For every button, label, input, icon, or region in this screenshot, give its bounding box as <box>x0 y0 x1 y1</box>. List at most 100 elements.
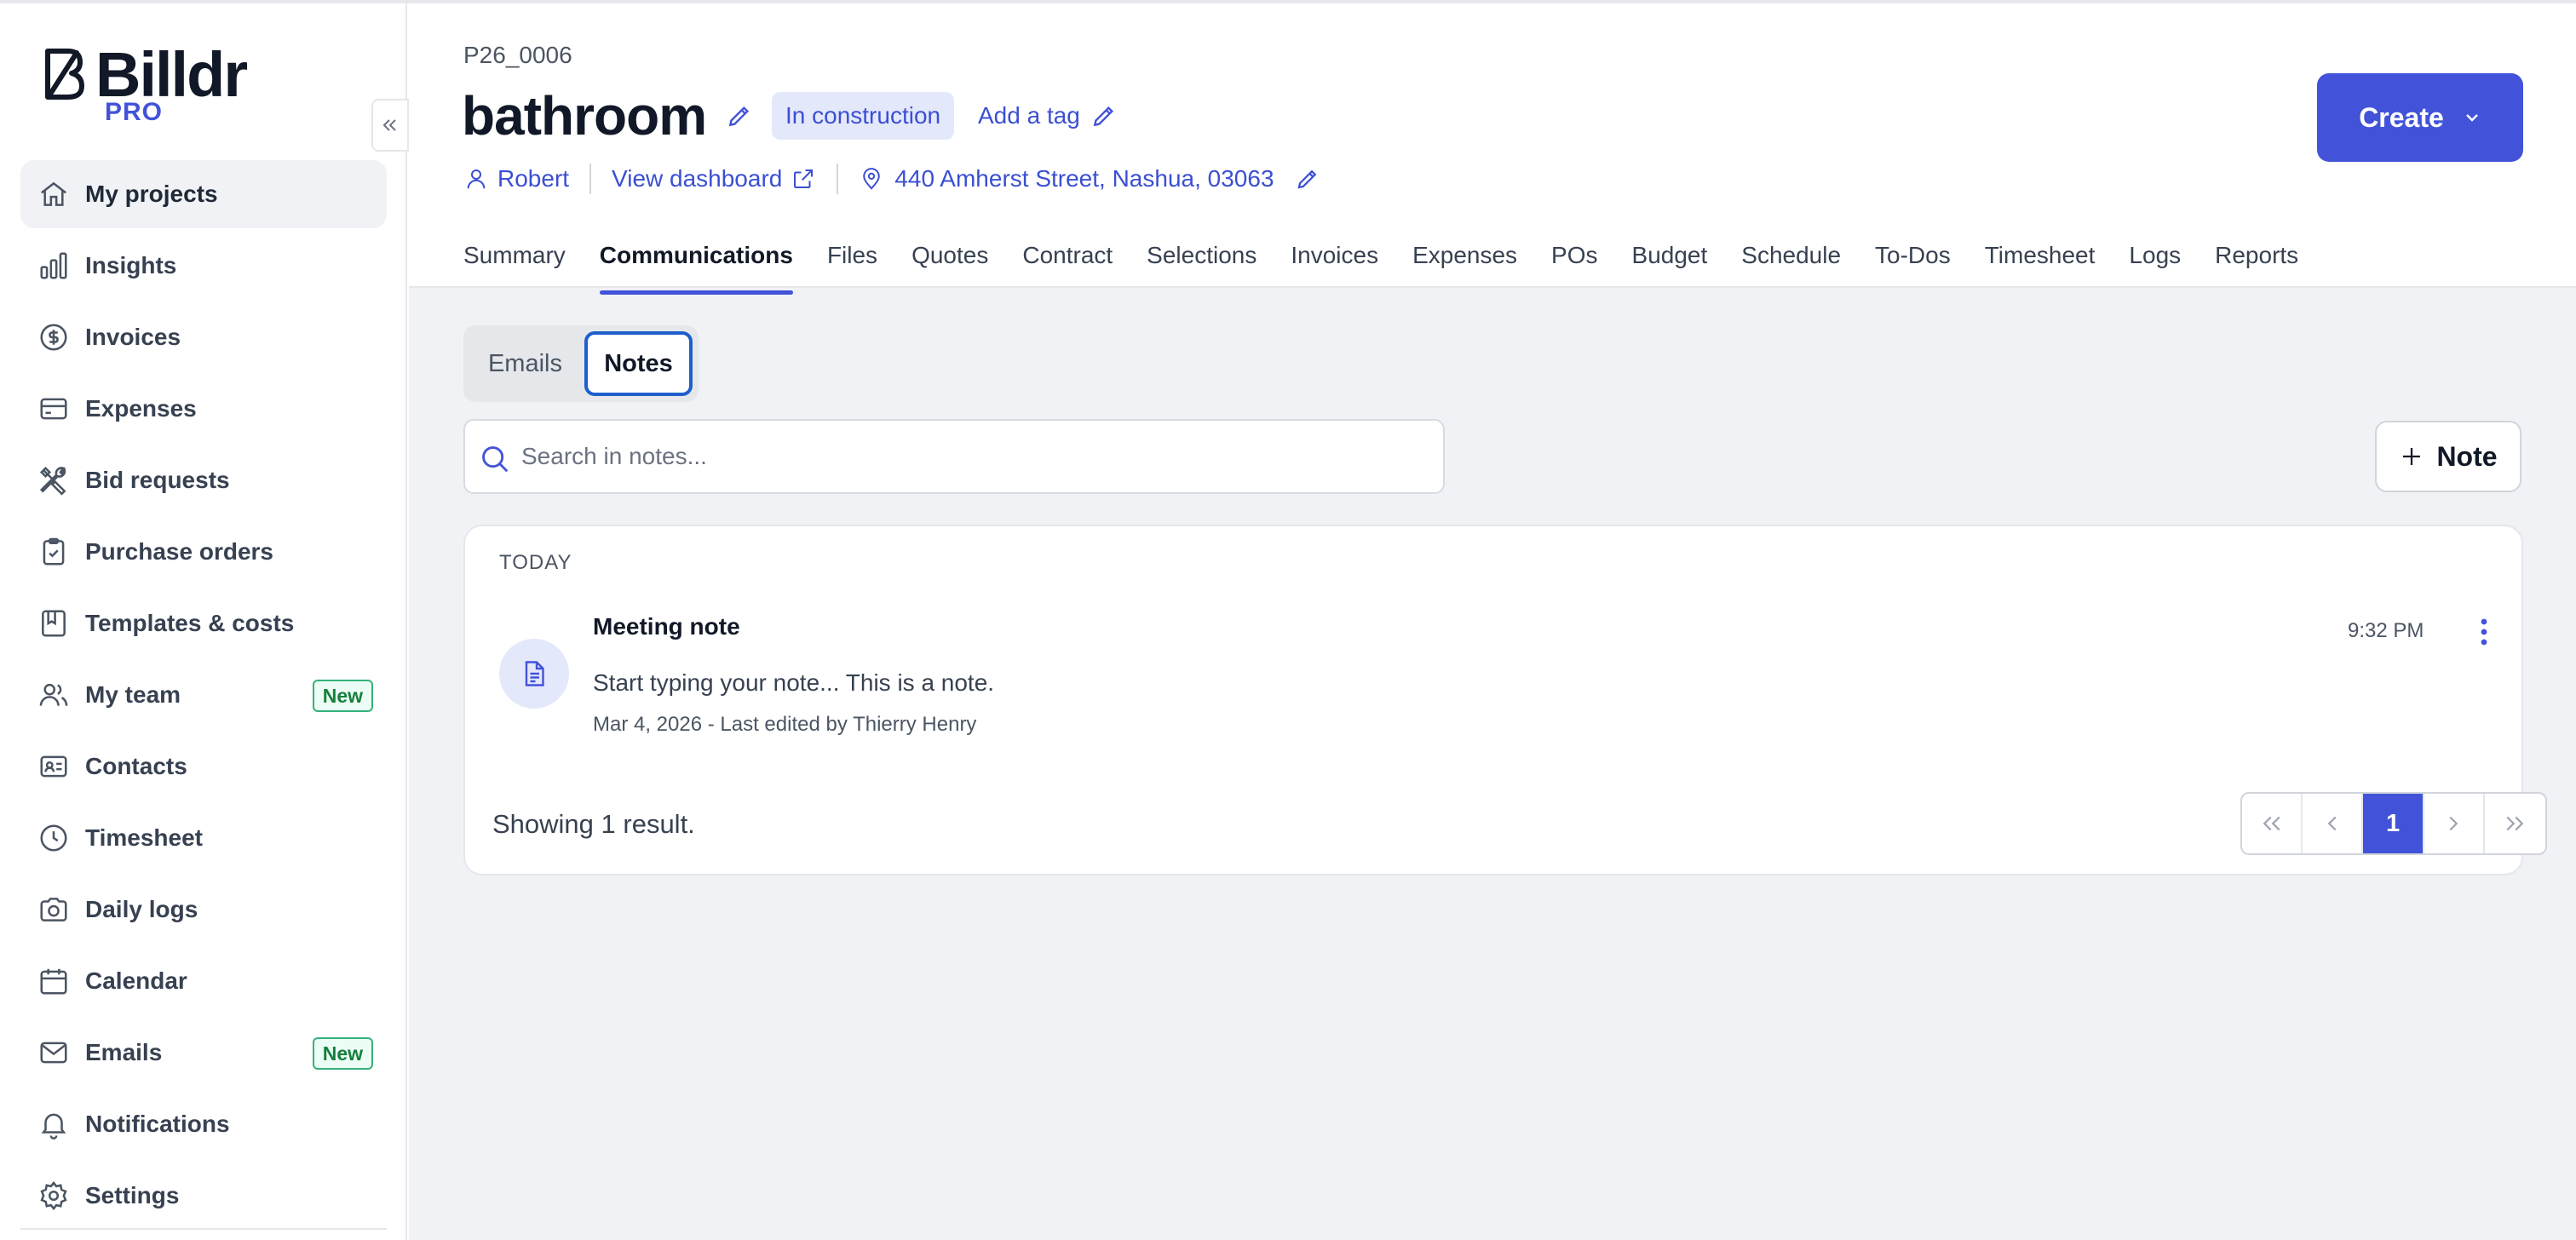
communications-segmented-control: Emails Notes <box>463 325 699 402</box>
sidebar-item-templates-costs[interactable]: Templates & costs <box>20 589 387 657</box>
segment-notes[interactable]: Notes <box>584 331 693 396</box>
project-owner-link[interactable]: Robert <box>463 164 569 194</box>
project-meta-row: Robert View dashboard 440 Amherst Street… <box>463 160 1320 198</box>
sidebar-item-notifications[interactable]: Notifications <box>20 1090 387 1158</box>
tab-budget[interactable]: Budget <box>1632 233 1708 288</box>
sidebar-item-label: Purchase orders <box>85 538 273 565</box>
sidebar-item-expenses[interactable]: Expenses <box>20 375 387 443</box>
clipboard-check-icon <box>37 536 70 568</box>
billdr-logo-mark-icon <box>45 49 84 100</box>
results-count: Showing 1 result. <box>492 809 695 839</box>
new-badge: New <box>312 680 373 712</box>
sidebar-item-label: Expenses <box>85 395 197 422</box>
sidebar-item-emails[interactable]: Emails New <box>20 1019 387 1087</box>
status-badge[interactable]: In construction <box>772 92 955 140</box>
sidebar-item-label: Settings <box>85 1182 180 1208</box>
previous-page-button[interactable] <box>2303 794 2364 853</box>
bell-icon <box>37 1108 70 1140</box>
first-page-button[interactable] <box>2242 794 2303 853</box>
pencil-icon[interactable] <box>1090 102 1118 129</box>
project-owner: Robert <box>497 165 570 192</box>
brand-tier: PRO <box>104 98 163 126</box>
collapse-sidebar-button[interactable] <box>371 99 409 152</box>
sidebar-item-my-team[interactable]: My team New <box>20 661 387 729</box>
sidebar-item-my-projects[interactable]: My projects <box>20 160 387 228</box>
edit-title-pencil-icon[interactable] <box>726 102 753 129</box>
chevrons-left-icon <box>382 119 396 131</box>
main-content: P26_0006 bathroom In construction Add a … <box>409 3 2576 1240</box>
date-group-label: TODAY <box>499 551 572 574</box>
sidebar-item-label: My team <box>85 681 181 708</box>
sidebar-item-label: Insights <box>85 252 177 278</box>
contact-card-icon <box>37 750 70 783</box>
more-vertical-icon[interactable] <box>2470 613 2498 651</box>
tab-selections[interactable]: Selections <box>1147 233 1256 288</box>
project-address: 440 Amherst Street, Nashua, 03063 <box>894 165 1274 192</box>
home-icon <box>37 178 70 210</box>
mail-icon <box>37 1036 70 1069</box>
next-page-button[interactable] <box>2424 794 2485 853</box>
tab-logs[interactable]: Logs <box>2129 233 2181 288</box>
clock-icon <box>37 822 70 854</box>
sidebar-item-label: Calendar <box>85 967 187 994</box>
sidebar-item-label: My projects <box>85 181 218 207</box>
tab-to-dos[interactable]: To-Dos <box>1875 233 1951 288</box>
project-header: P26_0006 bathroom In construction Add a … <box>409 3 2576 295</box>
sidebar-item-label: Bid requests <box>85 467 230 493</box>
note-time: 9:32 PM <box>2348 619 2424 642</box>
sidebar-item-timesheet[interactable]: Timesheet <box>20 804 387 872</box>
credit-card-icon <box>37 393 70 425</box>
add-note-button[interactable]: Note <box>2375 421 2521 492</box>
project-address-link[interactable]: 440 Amherst Street, Nashua, 03063 <box>859 164 1320 194</box>
bar-chart-icon <box>37 250 70 282</box>
sidebar-item-purchase-orders[interactable]: Purchase orders <box>20 518 387 586</box>
sidebar-divider <box>20 1228 387 1230</box>
chevron-down-icon <box>2465 114 2478 122</box>
add-tag-link[interactable]: Add a tag <box>978 95 1080 136</box>
sidebar-item-insights[interactable]: Insights <box>20 232 387 300</box>
edit-address-pencil-icon[interactable] <box>1295 166 1320 192</box>
notes-search <box>463 419 1445 494</box>
users-icon <box>37 679 70 711</box>
tab-invoices[interactable]: Invoices <box>1291 233 1378 288</box>
view-dashboard-link[interactable]: View dashboard <box>612 164 816 194</box>
create-button[interactable]: Create <box>2317 73 2523 162</box>
sidebar-nav: My projects Insights Invoices Expenses B… <box>20 160 387 1233</box>
page-number-button[interactable]: 1 <box>2363 794 2424 853</box>
tab-pos[interactable]: POs <box>1551 233 1597 288</box>
sidebar-item-label: Daily logs <box>85 896 198 922</box>
tab-expenses[interactable]: Expenses <box>1412 233 1517 288</box>
book-icon <box>37 607 70 640</box>
pagination: 1 <box>2240 792 2547 855</box>
sidebar-item-contacts[interactable]: Contacts <box>20 732 387 801</box>
external-link-icon <box>794 169 814 188</box>
tab-summary[interactable]: Summary <box>463 233 566 288</box>
tab-contract[interactable]: Contract <box>1022 233 1113 288</box>
sidebar-item-calendar[interactable]: Calendar <box>20 947 387 1015</box>
search-input[interactable] <box>521 428 1424 485</box>
tab-quotes[interactable]: Quotes <box>911 233 988 288</box>
map-pin-icon <box>863 168 881 190</box>
tab-timesheet[interactable]: Timesheet <box>1985 233 2096 288</box>
project-tabs: Summary Communications Files Quotes Cont… <box>463 233 2332 295</box>
tab-schedule[interactable]: Schedule <box>1741 233 1841 288</box>
tab-communications[interactable]: Communications <box>599 233 794 295</box>
chevron-right-icon <box>2449 816 2458 831</box>
chevrons-right-icon <box>2506 816 2524 831</box>
chevron-left-icon <box>2327 816 2337 831</box>
notes-list-card: TODAY Meeting note Start typing your not… <box>463 525 2547 875</box>
project-title: bathroom <box>462 85 707 146</box>
sidebar-item-settings[interactable]: Settings <box>20 1162 387 1230</box>
tab-files[interactable]: Files <box>827 233 877 288</box>
note-title[interactable]: Meeting note <box>593 611 740 642</box>
sidebar-item-daily-logs[interactable]: Daily logs <box>20 875 387 944</box>
last-page-button[interactable] <box>2485 794 2545 853</box>
gear-icon <box>37 1180 70 1212</box>
segment-emails[interactable]: Emails <box>469 331 581 396</box>
sidebar-item-invoices[interactable]: Invoices <box>20 303 387 371</box>
tab-reports[interactable]: Reports <box>2215 233 2298 288</box>
app-root: Billdr PRO My projects Insights Invoices… <box>0 0 2576 1240</box>
logo[interactable]: Billdr PRO <box>43 41 248 129</box>
project-code: P26_0006 <box>463 42 572 68</box>
sidebar-item-bid-requests[interactable]: Bid requests <box>20 446 387 514</box>
